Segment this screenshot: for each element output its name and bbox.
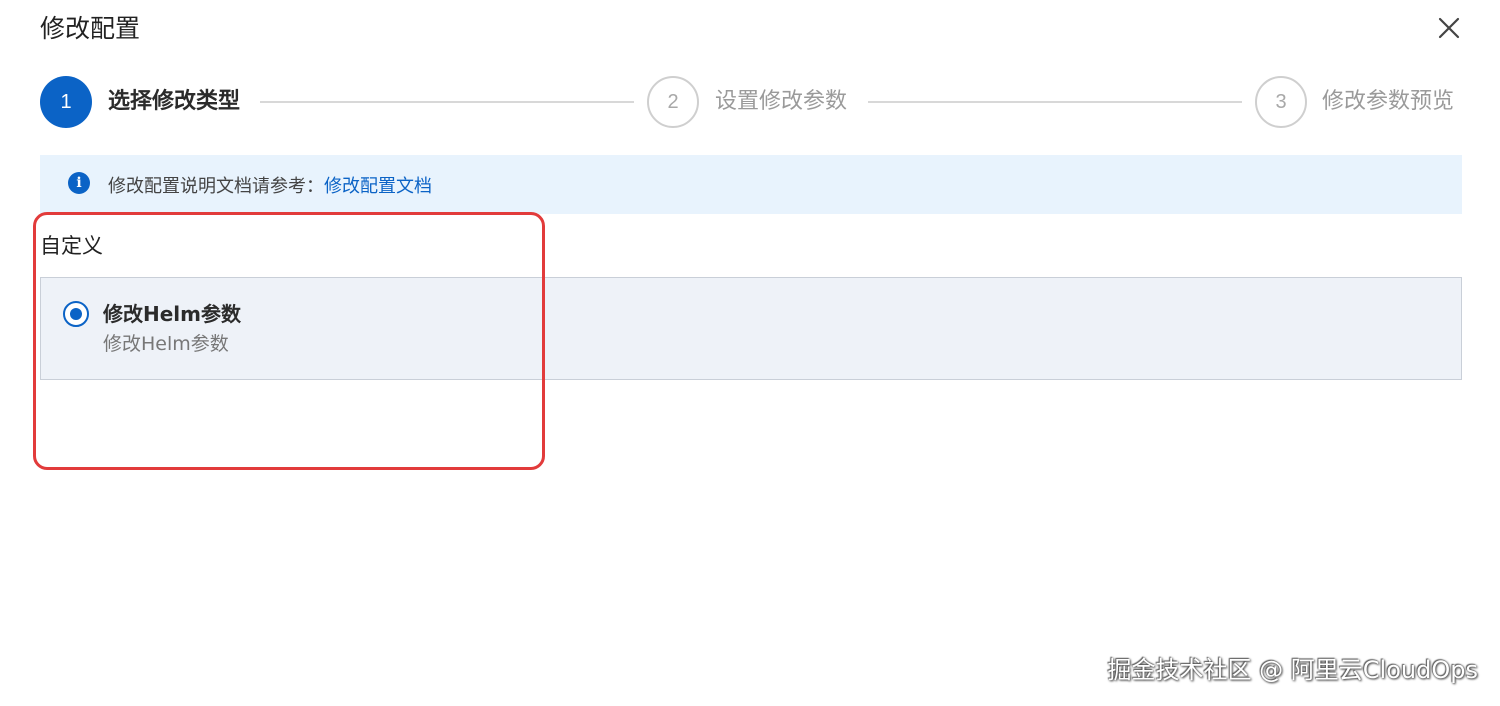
- step-3-circle: 3: [1255, 76, 1307, 128]
- option-title: 修改Helm参数: [103, 302, 241, 326]
- info-text: 修改配置说明文档请参考：: [108, 175, 324, 197]
- section-title: 自定义: [40, 234, 103, 258]
- step-connector-1: [260, 101, 634, 103]
- step-1-circle: 1: [40, 76, 92, 128]
- info-banner: i 修改配置说明文档请参考： 修改配置文档: [40, 155, 1462, 214]
- dialog-title: 修改配置: [40, 14, 141, 43]
- close-button[interactable]: [1436, 15, 1462, 41]
- radio-selected-dot: [70, 308, 82, 320]
- docs-link[interactable]: 修改配置文档: [324, 172, 432, 198]
- close-icon: [1438, 17, 1460, 39]
- step-3-label: 修改参数预览: [1322, 89, 1455, 114]
- steps-indicator: 1 选择修改类型 2 设置修改参数 3 修改参数预览: [40, 76, 1462, 128]
- modify-config-dialog: 修改配置 1 选择修改类型 2 设置修改参数 3 修改参数预览 i 修改配置说明…: [0, 0, 1500, 706]
- step-1-label: 选择修改类型: [108, 89, 241, 114]
- step-2-circle: 2: [647, 76, 699, 128]
- option-card-helm[interactable]: 修改Helm参数 修改Helm参数: [40, 277, 1462, 380]
- option-description: 修改Helm参数: [103, 333, 229, 355]
- step-connector-2: [868, 101, 1242, 103]
- option-radio[interactable]: [63, 301, 89, 327]
- info-icon: i: [68, 171, 90, 194]
- watermark: 掘金技术社区 @ 阿里云CloudOps: [1107, 656, 1478, 684]
- step-2-label: 设置修改参数: [715, 89, 848, 114]
